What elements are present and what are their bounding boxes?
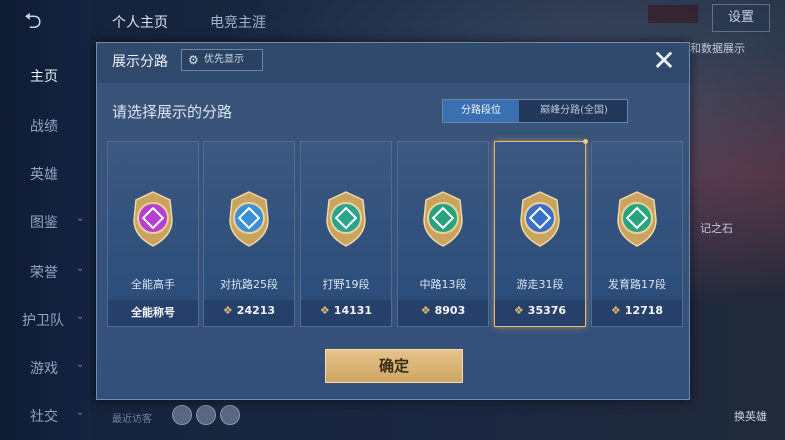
- rank-points-icon: ❖: [420, 304, 431, 317]
- lane-score-value: 24213: [236, 304, 276, 317]
- rank-badge-icon: [423, 191, 463, 247]
- lane-card[interactable]: 全能高手 全能称号: [107, 141, 199, 327]
- dialog-title: 展示分路: [112, 54, 168, 70]
- sidebar-item-label: 护卫队: [22, 313, 64, 329]
- sidebar-item-label: 荣誉: [30, 265, 58, 281]
- back-icon[interactable]: ⮌: [24, 10, 64, 34]
- chevron-down-icon: ⌄: [76, 311, 85, 322]
- lane-card[interactable]: 打野19段 ❖ 14131: [300, 141, 392, 327]
- swap-hero-button[interactable]: 换英雄: [734, 408, 767, 424]
- tab-peak-lane[interactable]: 巅峰分路(全国): [521, 100, 627, 122]
- lane-score: ❖ 24213: [204, 304, 294, 317]
- rank-badge-icon: [617, 191, 657, 247]
- dialog-subtitle: 请选择展示的分路: [112, 103, 233, 121]
- sidebar-item-label: 主页: [30, 69, 58, 85]
- status-indicator: [648, 5, 698, 23]
- chevron-down-icon: ⌄: [76, 263, 85, 274]
- lane-score: ❖ 12718: [592, 304, 682, 317]
- confirm-button[interactable]: 确定: [325, 349, 463, 383]
- rank-points-icon: ❖: [319, 304, 330, 317]
- priority-display-button[interactable]: ⚙ 优先显示: [181, 49, 263, 71]
- lane-card[interactable]: 发育路17段 ❖ 12718: [591, 141, 683, 327]
- sidebar-item-label: 战绩: [30, 119, 58, 135]
- lane-name: 发育路17段: [608, 278, 666, 291]
- sidebar-item-label: 社交: [30, 409, 58, 425]
- lane-card[interactable]: 对抗路25段 ❖ 24213: [203, 141, 295, 327]
- rank-badge-icon: [229, 191, 269, 247]
- avatar[interactable]: [172, 405, 192, 425]
- sidebar: ⮌ 主页 战绩 英雄 图鉴 ⌄ 荣誉 ⌄ 护卫队 ⌄ 游戏 ⌄ 社交 ⌄: [0, 0, 90, 440]
- settings-button[interactable]: 设置: [712, 4, 770, 32]
- lane-name: 打野19段: [322, 278, 370, 291]
- lane-mode-toggle: 分路段位 巅峰分路(全国): [442, 99, 628, 123]
- stone-label: 记之石: [700, 222, 733, 235]
- close-icon[interactable]: ✕: [649, 47, 679, 77]
- lane-card[interactable]: 中路13段 ❖ 8903: [397, 141, 489, 327]
- avatar[interactable]: [220, 405, 240, 425]
- lane-score-value: 14131: [333, 304, 373, 317]
- tab-profile[interactable]: 个人主页: [112, 12, 168, 32]
- lane-score: ❖ 8903: [398, 304, 488, 317]
- rank-badge-icon: [326, 191, 366, 247]
- lane-score: 全能称号: [108, 304, 198, 320]
- lane-card[interactable]: 游走31段 ❖ 35376: [494, 139, 588, 327]
- rank-badge-icon: [133, 191, 173, 247]
- lane-score-value: 35376: [527, 304, 567, 317]
- priority-display-label: 优先显示: [204, 54, 244, 65]
- rank-points-icon: ❖: [610, 304, 621, 317]
- lane-score: ❖ 35376: [495, 304, 585, 317]
- sidebar-item-label: 英雄: [30, 167, 58, 183]
- chevron-down-icon: ⌄: [76, 213, 85, 224]
- lane-name: 对抗路25段: [220, 278, 278, 291]
- lane-name: 中路13段: [419, 278, 467, 291]
- sidebar-item-label: 图鉴: [30, 215, 58, 231]
- lane-score: ❖ 14131: [301, 304, 391, 317]
- lane-score-value: 12718: [624, 304, 664, 317]
- lane-display-dialog: 展示分路 ⚙ 优先显示 ✕ 请选择展示的分路 分路段位 巅峰分路(全国) 全能高…: [96, 42, 690, 400]
- tab-lane-rank[interactable]: 分路段位: [443, 100, 519, 122]
- lane-score-value: 全能称号: [131, 306, 175, 319]
- sidebar-item-label: 游戏: [30, 361, 58, 377]
- rank-badge-icon: [520, 191, 560, 247]
- lane-score-value: 8903: [434, 304, 466, 317]
- lane-name: 全能高手: [131, 278, 175, 291]
- selection-marker: [583, 139, 588, 144]
- rank-points-icon: ❖: [222, 304, 233, 317]
- data-display-label: 和数据展示: [690, 42, 745, 55]
- chevron-down-icon: ⌄: [76, 359, 85, 370]
- recent-visitors-label: 最近访客: [112, 414, 152, 425]
- lane-name: 游走31段: [516, 278, 564, 291]
- rank-points-icon: ❖: [513, 304, 524, 317]
- tab-esports[interactable]: 电竞主涯: [210, 12, 266, 32]
- chevron-down-icon: ⌄: [76, 407, 85, 418]
- gear-icon: ⚙: [188, 53, 199, 67]
- avatar[interactable]: [196, 405, 216, 425]
